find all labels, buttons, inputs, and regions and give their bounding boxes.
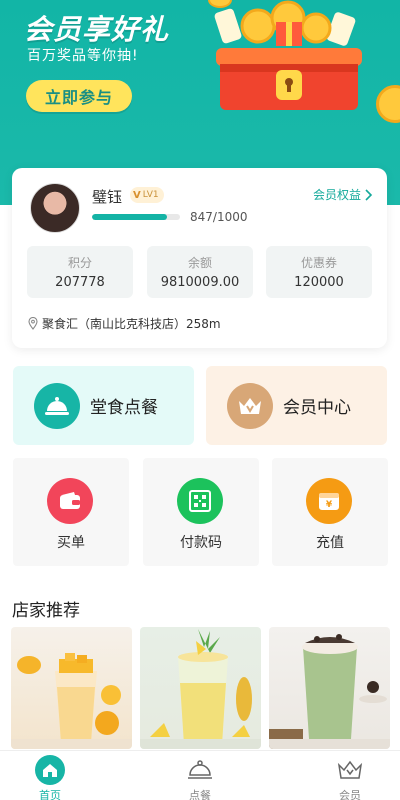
dine-in-label: 堂食点餐 — [90, 398, 158, 418]
stat-label: 余额 — [187, 256, 212, 270]
qrcode-icon — [177, 478, 223, 524]
level-text: LV1 — [142, 190, 159, 200]
pineapple-drink-image — [140, 629, 261, 749]
tile-label: 买单 — [57, 535, 85, 551]
recharge-tile[interactable]: ¥ 充值 — [272, 458, 388, 566]
crown-icon — [227, 382, 273, 429]
mango-drink-image — [11, 653, 132, 749]
member-benefits-link[interactable]: 会员权益 — [313, 186, 373, 203]
benefits-label: 会员权益 — [312, 188, 361, 202]
stat-value: 207778 — [55, 275, 105, 290]
crown-icon — [335, 755, 365, 785]
level-progress-bar — [92, 214, 180, 220]
cloche-icon — [185, 755, 215, 785]
tab-member[interactable]: 会员 — [300, 751, 400, 800]
tab-home[interactable]: 首页 — [0, 751, 100, 800]
member-name: 璧钰 — [92, 188, 123, 206]
level-progress-text: 847/1000 — [190, 210, 248, 224]
store-location[interactable]: 聚食汇（南山比克科技店）258m — [28, 315, 221, 332]
stat-value: 120000 — [294, 275, 344, 290]
payment-code-tile[interactable]: 付款码 — [143, 458, 259, 566]
tile-label: 充值 — [316, 535, 344, 551]
stat-label: 积分 — [67, 256, 92, 270]
home-icon — [35, 755, 65, 785]
product-card[interactable] — [269, 627, 390, 749]
level-badge: V LV1 — [130, 187, 164, 203]
member-card: 璧钰 V LV1 847/1000 会员权益 积分 207778 余额 9810… — [12, 168, 387, 348]
banner-title: 会员享好礼 — [24, 13, 170, 46]
points-stat[interactable]: 积分 207778 — [27, 246, 133, 298]
svg-text:¥: ¥ — [326, 500, 333, 510]
section-title: 店家推荐 — [12, 601, 80, 621]
tab-label: 首页 — [39, 789, 61, 800]
store-name: 聚食汇（南山比克科技店）258m — [42, 317, 221, 331]
chevron-right-icon — [365, 188, 373, 201]
tab-label: 会员 — [339, 789, 361, 800]
stat-value: 9810009.00 — [160, 275, 240, 290]
location-pin-icon — [28, 317, 38, 330]
coupon-stat[interactable]: 优惠券 120000 — [266, 246, 372, 298]
tile-label: 付款码 — [180, 535, 222, 551]
matcha-drink-image — [269, 634, 390, 749]
level-progress-fill — [92, 214, 167, 220]
product-card[interactable] — [11, 627, 132, 749]
balance-stat[interactable]: 余额 9810009.00 — [147, 246, 253, 298]
treasure-chest-illustration — [214, 0, 362, 110]
member-center-button[interactable]: 会员中心 — [206, 366, 387, 445]
join-now-button[interactable]: 立即参与 — [26, 80, 132, 112]
recharge-icon: ¥ — [306, 478, 352, 524]
tab-order[interactable]: 点餐 — [150, 751, 250, 800]
cloche-icon — [34, 382, 80, 429]
coin-decoration — [376, 85, 400, 123]
level-mark: V — [133, 189, 141, 201]
bottom-tab-bar: 首页 点餐 会员 — [0, 750, 400, 800]
product-card[interactable] — [140, 627, 261, 749]
stat-label: 优惠券 — [300, 256, 337, 270]
tab-label: 点餐 — [189, 789, 211, 800]
wallet-icon — [47, 478, 93, 524]
pay-bill-tile[interactable]: 买单 — [13, 458, 129, 566]
banner-subtitle: 百万奖品等你抽! — [27, 48, 139, 64]
dine-in-order-button[interactable]: 堂食点餐 — [13, 366, 194, 445]
avatar[interactable] — [30, 183, 80, 233]
member-center-label: 会员中心 — [283, 398, 351, 418]
